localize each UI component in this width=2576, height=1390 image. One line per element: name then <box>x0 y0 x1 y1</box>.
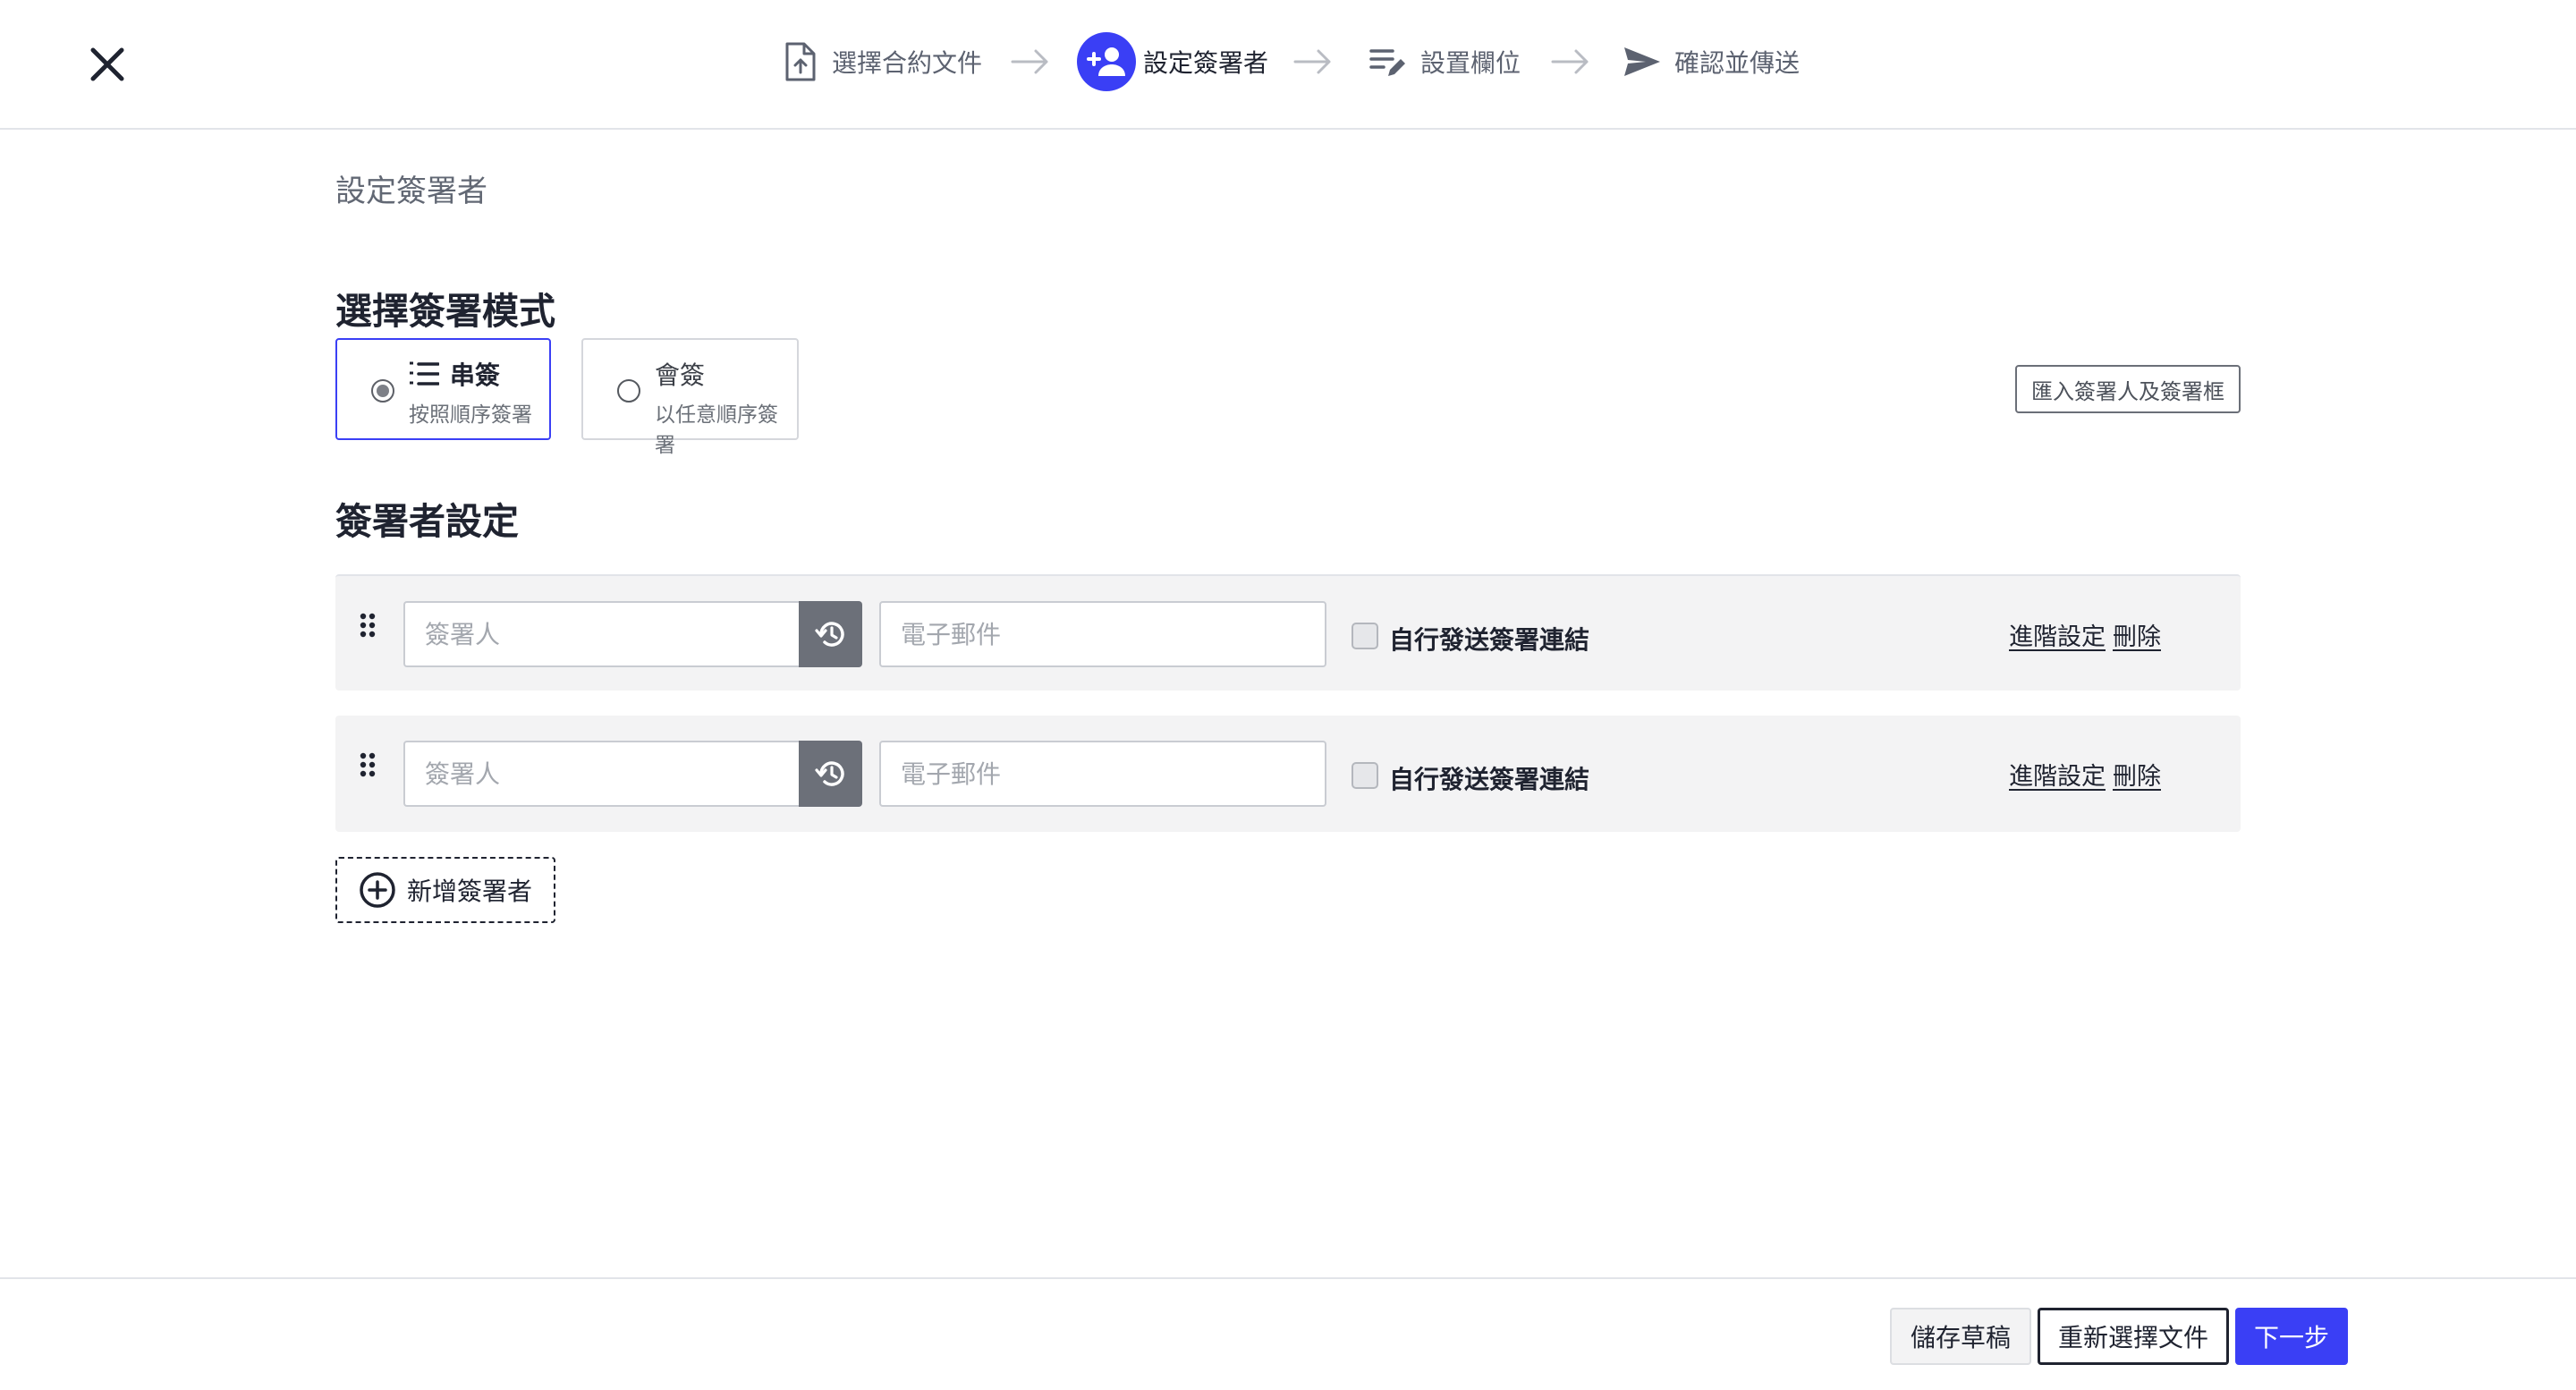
step-set-fields: 設置欄位 <box>1367 32 1521 91</box>
signer-name-input[interactable] <box>403 741 799 807</box>
mode-desc: 以任意順序簽署 <box>655 403 778 457</box>
reselect-file-button[interactable]: 重新選擇文件 <box>2038 1308 2229 1365</box>
mode-radio-serial[interactable] <box>371 379 394 403</box>
step-confirm-send: 確認並傳送 <box>1621 32 1800 91</box>
file-upload-icon <box>778 40 821 83</box>
history-icon[interactable] <box>799 741 862 807</box>
step-label: 確認並傳送 <box>1674 48 1801 78</box>
signer-name-input[interactable] <box>403 601 799 667</box>
save-draft-button[interactable]: 儲存草稿 <box>1890 1308 2031 1365</box>
send-icon <box>1621 40 1664 83</box>
import-signers-button[interactable]: 匯入簽署人及簽署框 <box>2015 365 2241 413</box>
step-set-signers: 設定簽署者 <box>1077 32 1268 91</box>
arrow-right-icon <box>1011 46 1050 78</box>
arrow-right-icon <box>1293 46 1333 78</box>
self-send-label: 自行發送簽署連結 <box>1389 765 1590 794</box>
mode-radio-parallel[interactable] <box>617 379 640 403</box>
arrow-right-icon <box>1551 46 1590 78</box>
stepper-header: 選擇合約文件 設定簽署者 設置欄位 確認並傳送 <box>0 0 2576 130</box>
signer-row: 自行發送簽署連結 進階設定 刪除 <box>335 574 2241 691</box>
signer-email-input[interactable] <box>879 741 1326 807</box>
ordered-list-icon <box>409 360 439 387</box>
mode-option-serial[interactable]: 串簽 按照順序簽署 <box>335 338 551 440</box>
footer-bar: 儲存草稿 重新選擇文件 下一步 <box>0 1277 2576 1390</box>
signer-section-title: 簽署者設定 <box>335 500 519 543</box>
mode-desc: 按照順序簽署 <box>409 403 532 427</box>
mode-option-parallel[interactable]: 會簽 以任意順序簽署 <box>581 338 799 457</box>
self-send-checkbox[interactable] <box>1352 623 1378 649</box>
delete-signer-link[interactable]: 刪除 <box>2113 617 2161 652</box>
mode-title: 串簽 <box>409 356 500 392</box>
mode-title: 會簽 <box>655 360 706 390</box>
advanced-settings-link[interactable]: 進階設定 <box>2009 757 2106 792</box>
close-icon[interactable] <box>86 43 129 86</box>
history-icon[interactable] <box>799 601 862 667</box>
add-signer-button[interactable]: 新增簽署者 <box>335 857 555 923</box>
step-label: 設定簽署者 <box>1143 48 1269 78</box>
page-subtitle: 設定簽署者 <box>335 174 487 209</box>
add-person-icon <box>1077 32 1136 91</box>
signer-email-input[interactable] <box>879 601 1326 667</box>
add-circle-icon <box>359 871 396 909</box>
next-button[interactable]: 下一步 <box>2235 1308 2348 1365</box>
delete-signer-link[interactable]: 刪除 <box>2113 757 2161 792</box>
drag-handle-icon[interactable] <box>359 612 377 639</box>
drag-handle-icon[interactable] <box>359 751 377 778</box>
step-label: 設置欄位 <box>1420 48 1521 78</box>
step-label: 選擇合約文件 <box>832 48 983 78</box>
self-send-label: 自行發送簽署連結 <box>1389 625 1590 655</box>
mode-section-title: 選擇簽署模式 <box>335 290 555 333</box>
self-send-checkbox[interactable] <box>1352 762 1378 789</box>
advanced-settings-link[interactable]: 進階設定 <box>2009 617 2106 652</box>
step-select-document: 選擇合約文件 <box>778 32 982 91</box>
signer-row: 自行發送簽署連結 進階設定 刪除 <box>335 716 2241 832</box>
edit-fields-icon <box>1367 40 1410 83</box>
add-signer-label: 新增簽署者 <box>407 877 533 906</box>
